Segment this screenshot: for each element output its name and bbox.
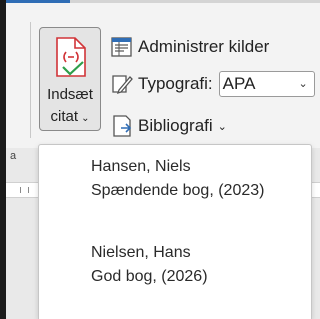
- style-group: Typografi: APA ⌄: [110, 71, 315, 97]
- citation-item[interactable]: Hansen, Niels Spændende bog, (2023): [91, 155, 301, 203]
- citation-title: God bog, (2026): [91, 268, 208, 285]
- manage-sources-icon: [111, 37, 132, 57]
- paragraph-marker: a: [10, 150, 17, 162]
- chevron-down-icon: ⌄: [298, 78, 308, 90]
- manage-sources-button[interactable]: Administrer kilder: [110, 34, 269, 60]
- citation-author: Hansen, Niels: [91, 158, 191, 175]
- manage-sources-label: Administrer kilder: [138, 37, 270, 56]
- style-label: Typografi:: [138, 74, 213, 93]
- insert-citation-button[interactable]: Indsæt citat ⌄: [39, 27, 101, 131]
- citation-item[interactable]: Nielsen, Hans God bog, (2026): [91, 241, 301, 289]
- style-select-value: APA: [222, 74, 256, 93]
- citation-author: Nielsen, Hans: [91, 244, 191, 261]
- insert-citation-icon: [56, 37, 86, 77]
- bibliography-button[interactable]: Bibliografi ⌄: [110, 113, 227, 139]
- chevron-down-icon: ⌄: [217, 120, 227, 133]
- active-tab-indicator: [6, 0, 70, 3]
- insert-citation-label-line1: Indsæt: [47, 86, 93, 103]
- style-icon: [112, 75, 133, 95]
- group-divider: [30, 22, 31, 138]
- bibliography-icon: [113, 115, 132, 137]
- chevron-down-icon: ⌄: [81, 113, 90, 124]
- insert-citation-label-line2: citat ⌄: [40, 108, 100, 125]
- citation-dropdown: Hansen, Niels Spændende bog, (2023) Niel…: [38, 144, 312, 319]
- style-select[interactable]: APA ⌄: [218, 71, 315, 97]
- bibliography-label: Bibliografi: [138, 116, 213, 135]
- citation-title: Spændende bog, (2023): [91, 182, 265, 199]
- insert-citation-label-text: citat: [50, 108, 79, 125]
